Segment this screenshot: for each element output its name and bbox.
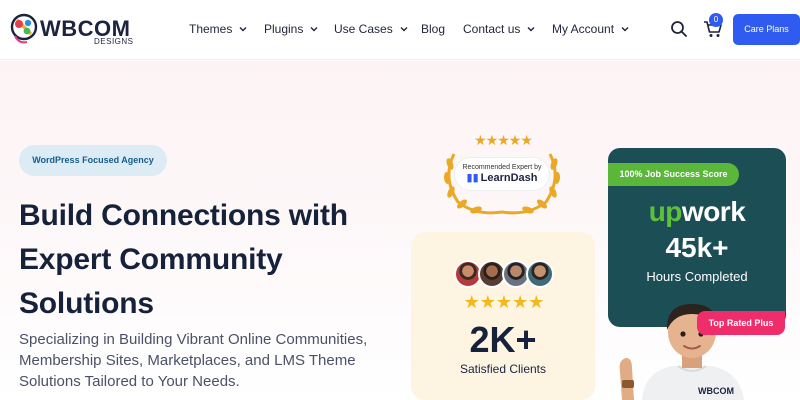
- nav-item-contact-us[interactable]: Contact us: [463, 22, 536, 36]
- search-icon[interactable]: [670, 20, 688, 38]
- upwork-logo-rest: work: [681, 196, 746, 227]
- hero-subtext: Specializing in Building Vibrant Online …: [19, 329, 399, 392]
- learndash-card: Recommended Expert by ▮▮ LearnDash: [454, 157, 550, 191]
- subtext-line: Solutions Tailored to Your Needs.: [19, 373, 240, 390]
- nav-item-label: My Account: [552, 22, 615, 36]
- clients-count: 2K+: [469, 319, 537, 360]
- top-rated-badge: Top Rated Plus: [697, 311, 785, 335]
- nav-item-themes[interactable]: Themes: [189, 22, 248, 36]
- hero-headline: Build Connections with Expert Community …: [19, 194, 399, 326]
- site-header: WBCOM DESIGNS Themes Plugins Use Cases B…: [0, 0, 800, 60]
- learndash-logo-icon: ▮▮: [466, 172, 479, 184]
- nav-item-my-account[interactable]: My Account: [552, 22, 630, 36]
- chevron-down-icon: [310, 27, 318, 32]
- clients-label: Satisfied Clients: [459, 362, 547, 376]
- nav-item-label: Use Cases: [334, 22, 393, 36]
- upwork-logo: upwork: [608, 196, 786, 228]
- hours-count: 45k+: [665, 232, 729, 263]
- learndash-label: Recommended Expert by: [462, 164, 542, 171]
- agency-pill: WordPress Focused Agency: [19, 145, 167, 176]
- nav-item-label: Blog: [421, 22, 446, 36]
- care-plans-button[interactable]: Care Plans: [733, 14, 800, 45]
- headline-line: Solutions: [19, 287, 154, 320]
- nav-item-plugins[interactable]: Plugins: [264, 22, 319, 36]
- nav-item-label: Themes: [189, 22, 233, 36]
- cart-count-badge: 0: [709, 13, 723, 27]
- subtext-line: Specializing in Building Vibrant Online …: [19, 331, 368, 348]
- chevron-down-icon: [621, 27, 629, 32]
- avatar: [526, 260, 554, 288]
- headline-line: Expert Community: [19, 243, 283, 276]
- main-nav: Themes Plugins Use Cases Blog Contact us…: [0, 0, 640, 60]
- subtext-line: Membership Sites, Marketplaces, and LMS …: [19, 352, 356, 369]
- learndash-brand-name: LearnDash: [480, 172, 538, 184]
- nav-item-blog[interactable]: Blog: [421, 22, 445, 36]
- headline-line: Build Connections with: [19, 199, 348, 232]
- nav-item-label: Plugins: [264, 22, 304, 36]
- svg-text:WBCOM: WBCOM: [698, 386, 734, 396]
- nav-item-label: Contact us: [463, 22, 521, 36]
- chevron-down-icon: [400, 27, 408, 32]
- hours-label: Hours Completed: [646, 269, 748, 284]
- rating-stars: ★★★★★: [463, 292, 545, 312]
- nav-item-use-cases[interactable]: Use Cases: [334, 22, 409, 36]
- upwork-card: 100% Job Success Score upwork 45k+ Hours…: [608, 148, 786, 327]
- learndash-badge: ★★★★★ Recommended Expert by ▮▮ LearnDash: [440, 130, 564, 215]
- chevron-down-icon: [239, 27, 247, 32]
- chevron-down-icon: [527, 27, 535, 32]
- client-avatars: [454, 260, 554, 290]
- learndash-brand: ▮▮ LearnDash: [455, 171, 549, 184]
- clients-card: ★★★★★ 2K+ Satisfied Clients: [411, 232, 595, 400]
- job-success-tag: 100% Job Success Score: [608, 163, 739, 186]
- upwork-logo-up: up: [648, 196, 683, 227]
